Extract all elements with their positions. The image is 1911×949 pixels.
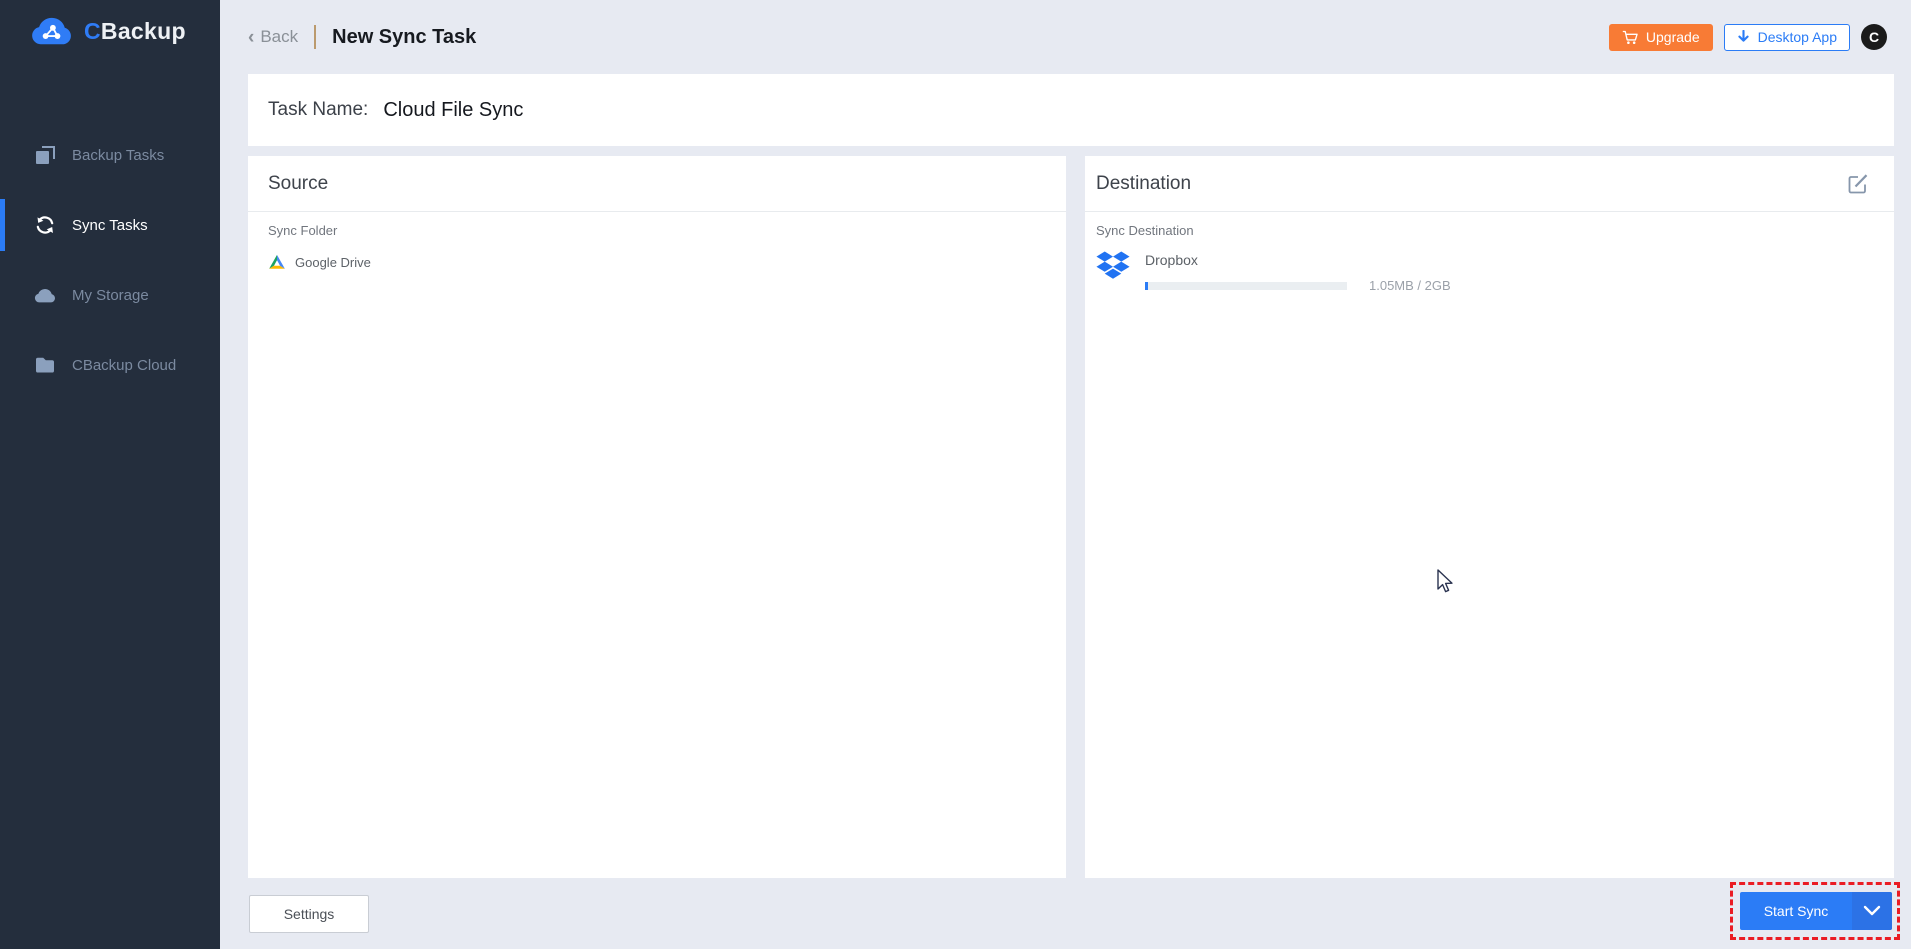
storage-progress-bar bbox=[1145, 281, 1347, 290]
sync-destination-label: Sync Destination bbox=[1096, 223, 1194, 238]
folder-icon bbox=[36, 357, 54, 373]
start-sync-label[interactable]: Start Sync bbox=[1740, 892, 1852, 930]
sidebar-item-label: Sync Tasks bbox=[72, 216, 148, 234]
sync-icon bbox=[36, 216, 54, 234]
user-avatar[interactable]: C bbox=[1861, 24, 1887, 50]
sidebar-item-label: CBackup Cloud bbox=[72, 356, 177, 374]
task-name-value[interactable]: Cloud File Sync bbox=[383, 99, 523, 122]
upgrade-button[interactable]: Upgrade bbox=[1608, 23, 1713, 51]
destination-panel: Destination Sync Destination Dropbox 1.0… bbox=[1085, 156, 1894, 878]
destination-item-label: Dropbox bbox=[1145, 252, 1198, 268]
destination-item-dropbox[interactable]: Dropbox 1.05MB / 2GB bbox=[1096, 251, 1874, 293]
brand-name: CBackup bbox=[84, 18, 186, 44]
source-title: Source bbox=[268, 172, 329, 194]
desktop-app-button[interactable]: Desktop App bbox=[1723, 23, 1850, 51]
edit-icon[interactable] bbox=[1846, 172, 1870, 196]
dropbox-icon bbox=[1096, 251, 1130, 279]
task-name-card: Task Name: Cloud File Sync bbox=[248, 74, 1894, 146]
cloud-logo-icon bbox=[32, 17, 71, 45]
sidebar-item-cbackup-cloud[interactable]: CBackup Cloud bbox=[0, 330, 220, 400]
app-logo: CBackup bbox=[30, 16, 186, 47]
sidebar-item-backup-tasks[interactable]: Backup Tasks bbox=[0, 120, 220, 190]
start-sync-dropdown[interactable] bbox=[1852, 892, 1892, 930]
task-name-label: Task Name: bbox=[268, 99, 369, 120]
sync-folder-label: Sync Folder bbox=[268, 223, 338, 238]
back-label: Back bbox=[260, 27, 299, 46]
source-item-google-drive[interactable]: Google Drive bbox=[268, 254, 1046, 270]
avatar-initial: C bbox=[1868, 29, 1880, 45]
copy-icon bbox=[36, 146, 55, 164]
destination-title: Destination bbox=[1096, 172, 1192, 194]
storage-progress-fill bbox=[1145, 281, 1149, 290]
top-bar: ‹ Back New Sync Task Upgrade Desktop App… bbox=[220, 0, 1911, 74]
source-panel: Source Sync Folder Google Drive bbox=[248, 156, 1066, 878]
source-panel-header: Source bbox=[248, 156, 1066, 212]
google-drive-icon bbox=[269, 254, 285, 269]
sidebar: CBackup Backup Tasks Sync Tasks My Stora… bbox=[0, 0, 220, 949]
cart-icon bbox=[1622, 30, 1638, 44]
start-sync-button[interactable]: Start Sync bbox=[1740, 892, 1892, 930]
sidebar-item-my-storage[interactable]: My Storage bbox=[0, 260, 220, 330]
destination-panel-header: Destination bbox=[1085, 156, 1894, 212]
chevron-down-icon bbox=[1863, 905, 1881, 916]
sidebar-nav: Backup Tasks Sync Tasks My Storage CBack… bbox=[0, 120, 220, 400]
title-divider bbox=[314, 25, 317, 49]
upgrade-label: Upgrade bbox=[1645, 29, 1700, 45]
source-item-label: Google Drive bbox=[295, 254, 371, 270]
download-icon bbox=[1737, 30, 1749, 42]
sidebar-item-label: Backup Tasks bbox=[72, 146, 165, 164]
desktop-app-label: Desktop App bbox=[1757, 29, 1837, 45]
cloud-icon bbox=[34, 288, 56, 303]
sidebar-item-sync-tasks[interactable]: Sync Tasks bbox=[0, 190, 220, 260]
back-button[interactable]: ‹ Back bbox=[248, 27, 298, 47]
back-chevron-icon: ‹ bbox=[248, 26, 255, 48]
storage-usage-text: 1.05MB / 2GB bbox=[1369, 278, 1451, 293]
page-title: New Sync Task bbox=[332, 25, 477, 48]
settings-button[interactable]: Settings bbox=[249, 895, 369, 933]
sidebar-item-label: My Storage bbox=[72, 286, 149, 304]
